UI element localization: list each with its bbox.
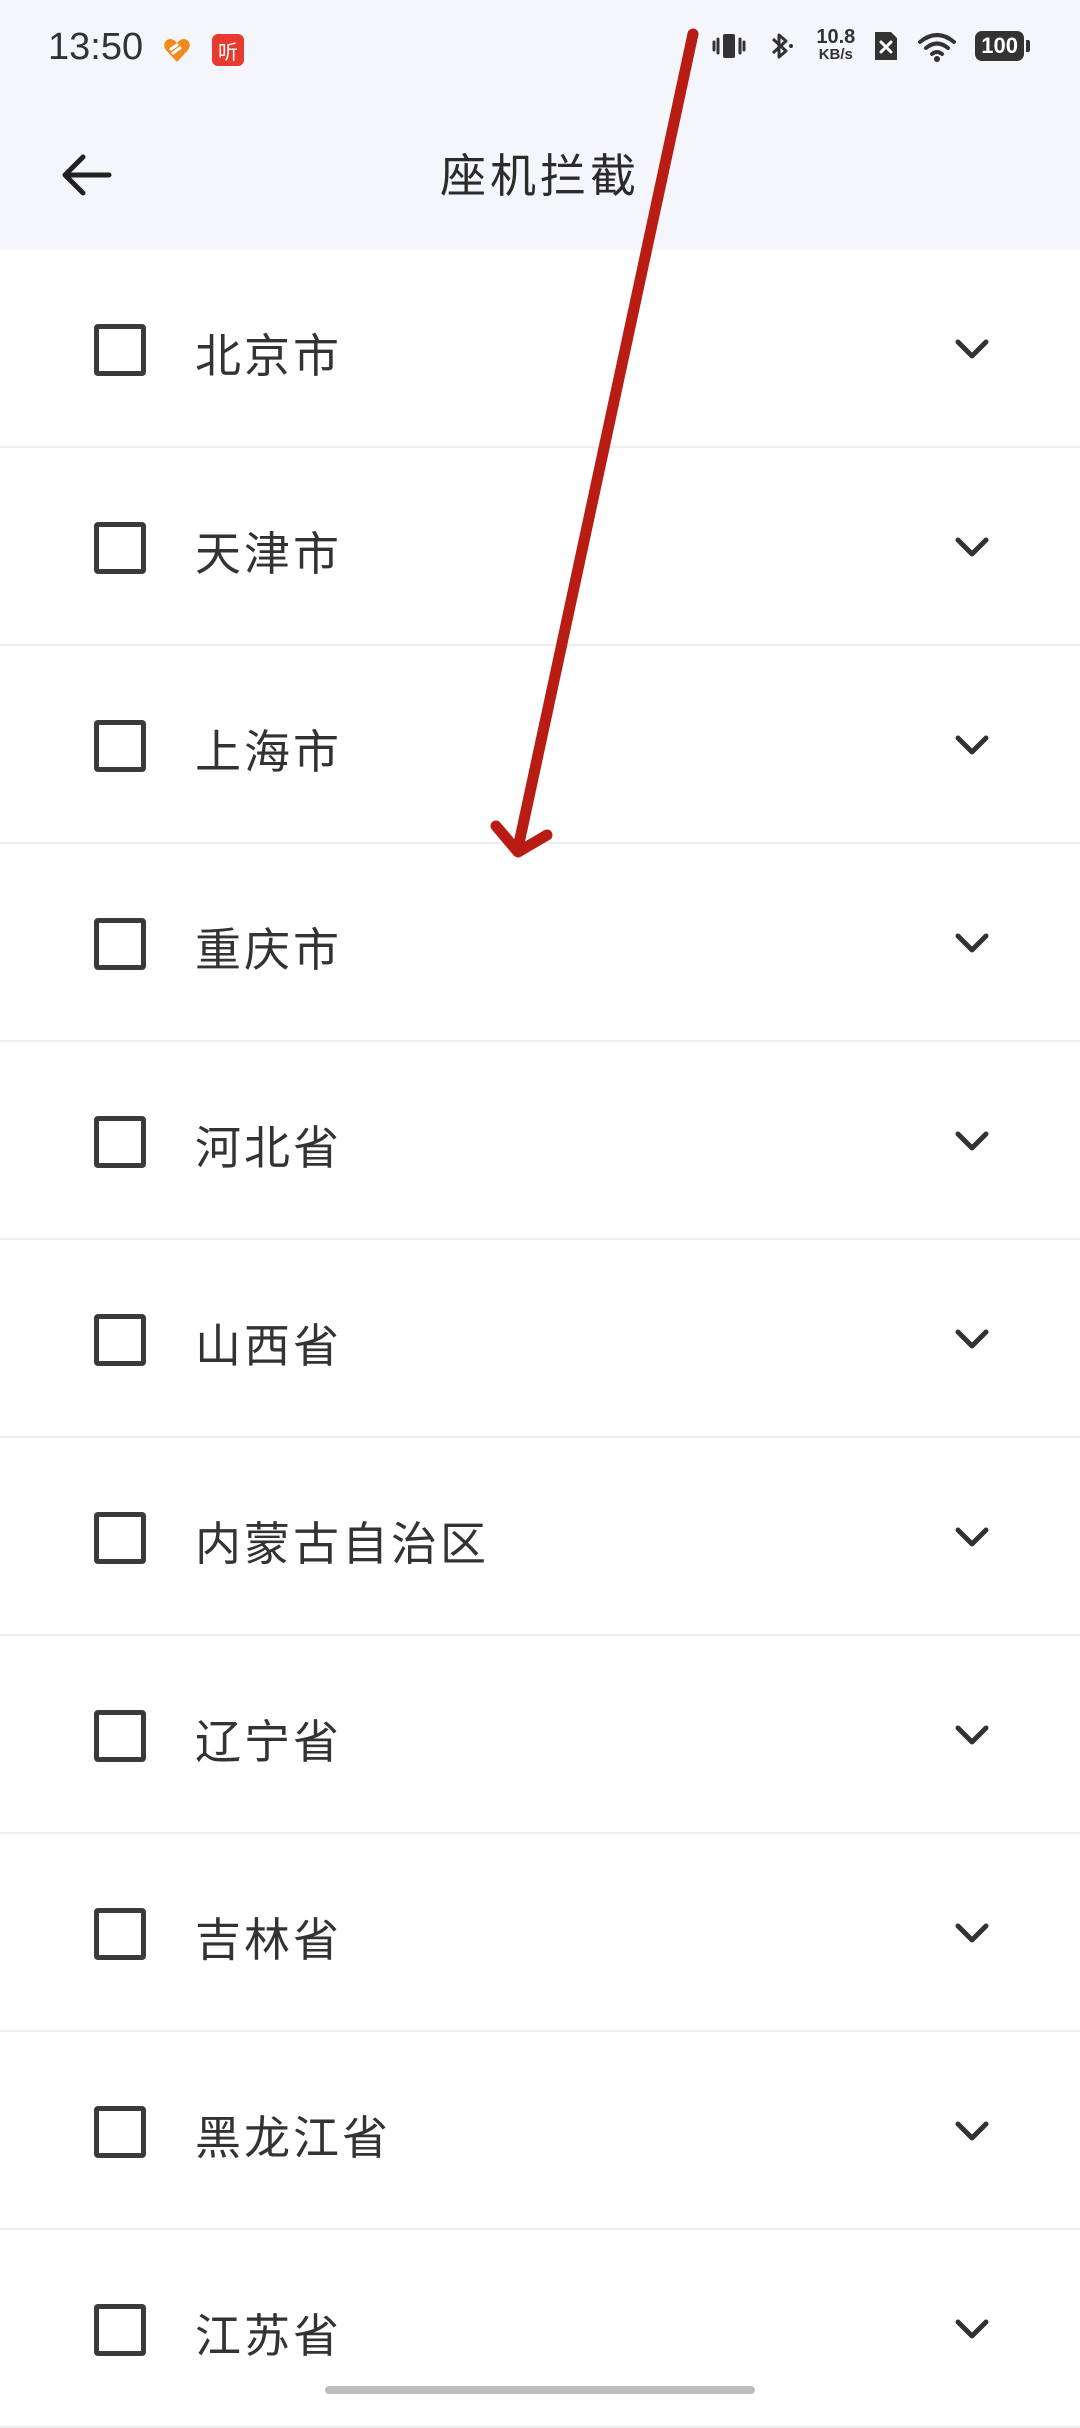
notification-icons: 听: [162, 34, 244, 66]
region-checkbox[interactable]: [94, 918, 146, 970]
region-label: 内蒙古自治区: [195, 1517, 489, 1571]
region-label: 重庆市: [195, 923, 342, 977]
chevron-down-icon[interactable]: [950, 530, 994, 564]
region-checkbox[interactable]: [94, 2106, 146, 2158]
chevron-down-icon[interactable]: [950, 1322, 994, 1356]
status-right-icons: 10.8 KB/s 100: [712, 26, 1030, 64]
region-checkbox[interactable]: [94, 2304, 146, 2356]
title-bar: 座机拦截: [0, 100, 1080, 250]
region-row[interactable]: 上海市: [0, 646, 1080, 844]
region-row[interactable]: 山西省: [0, 1240, 1080, 1438]
status-bar: 13:50 听 10.8 KB/s 100: [0, 0, 1080, 100]
region-list: 北京市天津市上海市重庆市河北省山西省内蒙古自治区 辽宁省吉林省黑龙江省江苏省: [0, 250, 1080, 2428]
listen-app-icon: 听: [212, 34, 244, 66]
region-label: 上海市: [195, 725, 342, 779]
vibrate-icon: [712, 34, 746, 58]
region-checkbox[interactable]: [94, 1116, 146, 1168]
wifi-icon: [918, 33, 957, 62]
chevron-down-icon[interactable]: [950, 1916, 994, 1950]
region-checkbox[interactable]: [94, 1512, 146, 1564]
region-checkbox[interactable]: [94, 720, 146, 772]
region-label: 天津市: [195, 527, 342, 581]
network-speed-unit: KB/s: [818, 46, 853, 63]
region-row[interactable]: 黑龙江省: [0, 2032, 1080, 2230]
chevron-down-icon[interactable]: [950, 728, 994, 762]
region-label: 北京市: [195, 329, 342, 383]
bluetooth-icon: [772, 33, 794, 59]
region-checkbox[interactable]: [94, 1908, 146, 1960]
region-checkbox[interactable]: [94, 1314, 146, 1366]
region-row[interactable]: 北京市: [0, 250, 1080, 448]
battery-cap: [1026, 40, 1030, 52]
battery-indicator: 100: [975, 31, 1030, 61]
chevron-down-icon[interactable]: [950, 2114, 994, 2148]
region-label: 山西省: [195, 1319, 342, 1373]
region-label: 吉林省: [195, 1913, 342, 1967]
region-checkbox[interactable]: [94, 522, 146, 574]
chevron-down-icon[interactable]: [950, 2312, 994, 2346]
region-checkbox[interactable]: [94, 1710, 146, 1762]
region-row[interactable]: 河北省: [0, 1042, 1080, 1240]
home-indicator[interactable]: [325, 2386, 755, 2394]
chevron-down-icon[interactable]: [950, 1124, 994, 1158]
region-row[interactable]: 辽宁省: [0, 1636, 1080, 1834]
region-label: 江苏省: [195, 2309, 342, 2363]
chevron-down-icon[interactable]: [950, 332, 994, 366]
page-title: 座机拦截: [440, 149, 640, 203]
region-row[interactable]: 天津市: [0, 448, 1080, 646]
region-label: 黑龙江省: [195, 2111, 391, 2165]
chevron-down-icon[interactable]: [950, 1718, 994, 1752]
region-row[interactable]: 吉林省: [0, 1834, 1080, 2032]
heart-app-icon: [164, 39, 190, 62]
region-label: 河北省: [195, 1121, 342, 1175]
region-row[interactable]: 内蒙古自治区: [0, 1438, 1080, 1636]
network-speed: 10.8 KB/s: [816, 26, 856, 64]
chevron-down-icon[interactable]: [950, 1520, 994, 1554]
chevron-down-icon[interactable]: [950, 926, 994, 960]
region-row[interactable]: 重庆市: [0, 844, 1080, 1042]
region-label: 辽宁省: [195, 1715, 342, 1769]
region-row[interactable]: 江苏省: [0, 2230, 1080, 2428]
battery-level: 100: [975, 31, 1024, 61]
network-speed-value: 10.8: [816, 26, 856, 48]
status-time: 13:50: [48, 26, 144, 68]
sim-off-icon: [875, 32, 898, 60]
region-checkbox[interactable]: [94, 324, 146, 376]
